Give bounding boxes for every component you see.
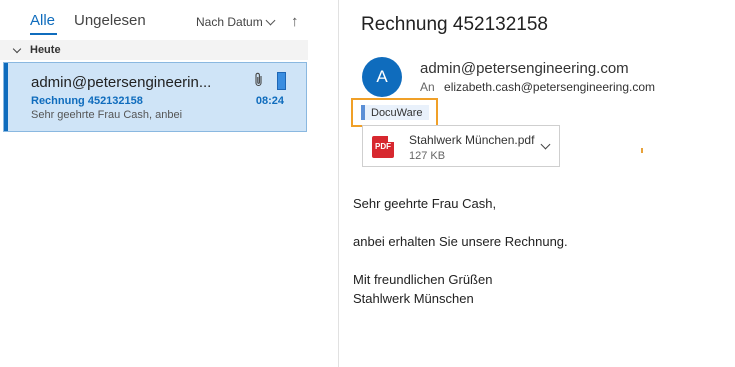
body-signature: Stahlwerk Münschen	[353, 291, 474, 306]
sender-address[interactable]: admin@petersengineering.com	[420, 60, 629, 77]
mail-sender: admin@petersengineerin...	[31, 74, 212, 91]
mail-time: 08:24	[255, 95, 284, 107]
message-list-pane: Alle Ungelesen Nach Datum ↑ Heute admin@…	[0, 0, 310, 367]
recipient-line: An elizabeth.cash@petersengineering.com	[420, 80, 655, 94]
avatar[interactable]: A	[362, 57, 402, 97]
list-item[interactable]: admin@petersengineerin... Rechnung 45213…	[3, 62, 307, 132]
selection-indicator	[4, 63, 8, 131]
pdf-file-icon: PDF	[372, 136, 394, 158]
attachment-size: 127 KB	[409, 150, 446, 162]
category-tag[interactable]: DocuWare	[361, 105, 429, 120]
chevron-down-icon[interactable]	[540, 139, 551, 150]
attachment-name: Stahlwerk München.pdf	[409, 133, 535, 147]
chevron-down-icon	[12, 44, 22, 53]
tag-color-icon	[361, 105, 365, 120]
chevron-down-icon	[265, 15, 276, 25]
body-closing: Mit freundlichen Grüßen	[353, 272, 493, 287]
decorative-mark	[641, 148, 643, 153]
active-tab-indicator	[30, 33, 57, 35]
group-header-label: Heute	[30, 44, 61, 56]
message-subject: Rechnung 452132158	[361, 14, 549, 35]
recipient-address[interactable]: elizabeth.cash@petersengineering.com	[444, 80, 655, 94]
category-marker-icon	[277, 72, 286, 90]
attachment-card[interactable]: PDF Stahlwerk München.pdf 127 KB	[362, 125, 560, 167]
up-arrow-icon[interactable]: ↑	[291, 13, 299, 30]
mail-preview: Sehr geehrte Frau Cash, anbei	[31, 109, 183, 121]
sort-label: Nach Datum	[196, 15, 263, 29]
sort-dropdown[interactable]: Nach Datum	[196, 15, 276, 29]
to-label: An	[420, 80, 435, 94]
body-line: anbei erhalten Sie unsere Rechnung.	[353, 234, 568, 249]
filter-tabs: Alle Ungelesen Nach Datum ↑	[0, 0, 310, 38]
tab-unread[interactable]: Ungelesen	[74, 12, 146, 29]
paperclip-icon	[255, 72, 262, 87]
mail-subject: Rechnung 452132158	[31, 95, 143, 107]
pdf-icon-label: PDF	[375, 142, 391, 151]
message-body: Sehr geehrte Frau Cash, anbei erhalten S…	[353, 194, 568, 308]
tab-all[interactable]: Alle	[30, 12, 55, 29]
pane-divider[interactable]	[338, 0, 339, 367]
category-tag-label: DocuWare	[371, 106, 423, 119]
highlight-box: DocuWare	[351, 98, 438, 127]
group-header-today[interactable]: Heute	[0, 40, 308, 60]
body-greeting: Sehr geehrte Frau Cash,	[353, 196, 497, 211]
